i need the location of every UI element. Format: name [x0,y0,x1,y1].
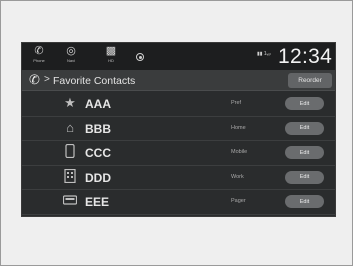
contact-list: ★ AAA Pref Edit ⌂ BBB Home Edit CCC Mobi… [22,92,335,215]
home-icon: ⌂ [66,119,74,135]
contact-type: Pref [231,100,242,106]
signal-indicator: ▮▮ 1ᵥₒₗ [257,51,271,57]
radio-icon: ▩ [105,45,117,57]
phone-icon: ✆ [34,45,44,57]
contact-name: CCC [85,146,111,160]
contact-type: Pager [231,198,246,204]
clock: 12:34 [278,45,333,68]
mobile-icon [62,143,78,160]
edit-button[interactable]: Edit [285,97,324,110]
contact-name: EEE [85,195,110,209]
edit-button[interactable]: Edit [285,121,324,135]
hd-radio-shortcut-button[interactable]: ▩ HD [100,45,122,68]
contact-name: BBB [85,121,111,136]
contact-type: Work [231,173,244,180]
hd-radio-shortcut-label: HD [108,58,114,63]
title-bar: ✆ > Favorite Contacts Reorder [22,70,335,91]
contact-row[interactable]: ★ AAA Pref Edit [22,92,335,117]
navi-shortcut-button[interactable]: ◎ Navi [60,45,82,68]
contact-row[interactable]: CCC Mobile Edit [22,141,335,166]
phone-shortcut-button[interactable]: ✆ Phone [28,45,50,68]
contact-type: Home [231,124,246,131]
status-bar: ✆ Phone ◎ Navi ▩ HD ▮▮ 1ᵥₒₗ 12:34 [22,43,335,70]
edit-button[interactable]: Edit [285,170,324,184]
contact-name: DDD [85,170,111,185]
chevron-right-icon: > [44,74,50,85]
navi-shortcut-label: Navi [66,58,75,63]
contact-row[interactable]: DDD Work Edit [22,166,335,190]
edit-button[interactable]: Edit [285,146,324,159]
page-title: Favorite Contacts [53,75,136,87]
work-icon [62,168,78,185]
phone-icon[interactable]: ✆ [29,72,40,88]
contact-row[interactable]: ⌂ BBB Home Edit [22,117,335,141]
navigation-icon: ◎ [66,45,76,57]
pager-icon [62,193,78,209]
phone-shortcut-label: Phone [33,58,45,63]
page-frame: ✆ Phone ◎ Navi ▩ HD ▮▮ 1ᵥₒₗ 12:34 ✆ > Fa… [0,0,353,266]
contact-row[interactable]: EEE Pager Edit [22,190,335,215]
head-unit-screen: ✆ Phone ◎ Navi ▩ HD ▮▮ 1ᵥₒₗ 12:34 ✆ > Fa… [21,42,336,217]
contact-type: Mobile [231,149,248,155]
audio-source-icon[interactable] [136,53,144,61]
star-icon: ★ [64,95,76,110]
edit-button[interactable]: Edit [285,195,324,208]
reorder-button[interactable]: Reorder [288,73,332,88]
contact-name: AAA [85,97,111,111]
